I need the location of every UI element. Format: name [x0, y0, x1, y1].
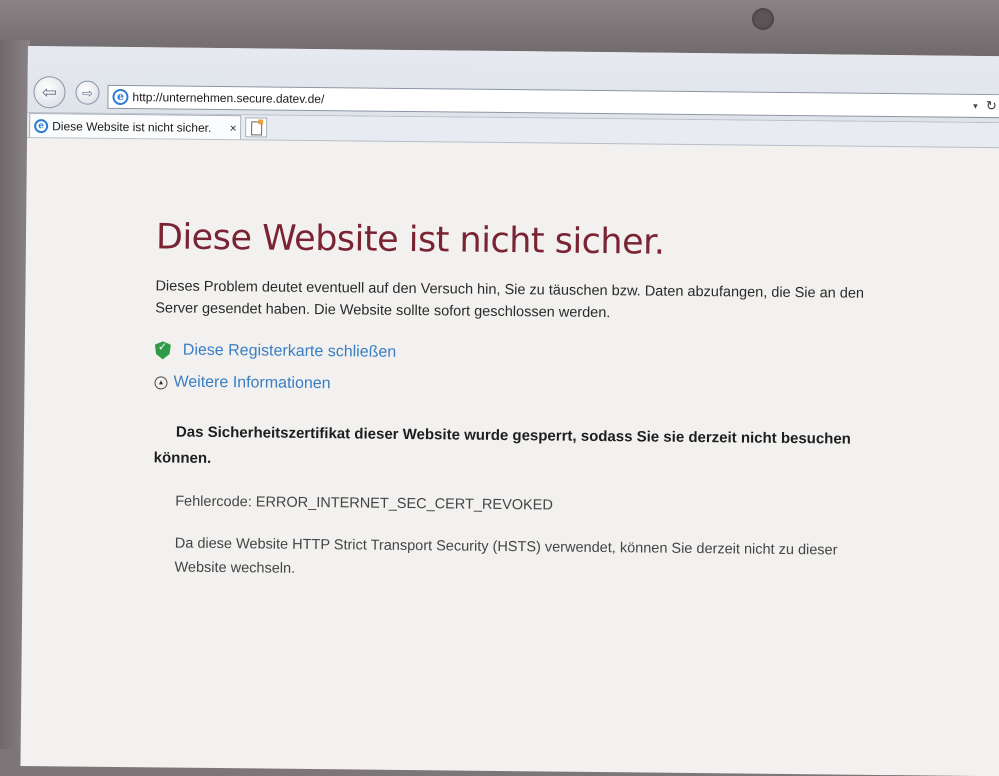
tab-ie-icon: e: [34, 118, 49, 133]
tab-close-icon[interactable]: ×: [226, 121, 240, 135]
browser-toolbar: ⇦ ⇨ e http://unternehmen.secure.datev.de…: [27, 46, 999, 124]
ie-logo-icon: e: [112, 88, 129, 106]
more-info-link[interactable]: Weitere Informationen: [173, 374, 330, 394]
forward-arrow-icon: ⇨: [81, 85, 94, 101]
intro-text: Dieses Problem deutet eventuell auf den …: [155, 278, 865, 322]
tab-active[interactable]: e Diese Website ist nicht sicher. ×: [29, 113, 242, 140]
webcam: [752, 8, 774, 30]
browser-window: ⇦ ⇨ e http://unternehmen.secure.datev.de…: [20, 46, 999, 776]
address-dropdown-icon[interactable]: ▾: [968, 100, 982, 111]
new-tab-button[interactable]: [245, 117, 268, 138]
close-tab-row[interactable]: Diese Registerkarte schließen: [155, 341, 895, 367]
page-title: Diese Website ist nicht sicher.: [155, 217, 665, 263]
back-arrow-icon: ⇦: [41, 82, 58, 103]
refresh-icon[interactable]: ↻: [982, 98, 999, 114]
error-code: Fehlercode: ERROR_INTERNET_SEC_CERT_REVO…: [175, 493, 553, 514]
close-tab-link[interactable]: Diese Registerkarte schließen: [183, 342, 397, 362]
shield-icon: [155, 341, 171, 359]
forward-button[interactable]: ⇨: [75, 80, 100, 105]
url-text[interactable]: http://unternehmen.secure.datev.de/: [132, 90, 968, 113]
more-info-row[interactable]: ▲ Weitere Informationen: [154, 373, 894, 399]
expand-icon[interactable]: ▲: [154, 375, 168, 389]
hsts-note: Da diese Website HTTP Strict Transport S…: [174, 535, 838, 577]
back-button[interactable]: ⇦: [33, 76, 66, 109]
address-bar[interactable]: e http://unternehmen.secure.datev.de/ ▾ …: [107, 84, 999, 119]
error-page-content: Diese Website ist nicht sicher. Dieses P…: [152, 217, 896, 587]
tab-title: Diese Website ist nicht sicher.: [52, 118, 212, 135]
certificate-warning: Das Sicherheitszertifikat dieser Website…: [153, 423, 851, 467]
